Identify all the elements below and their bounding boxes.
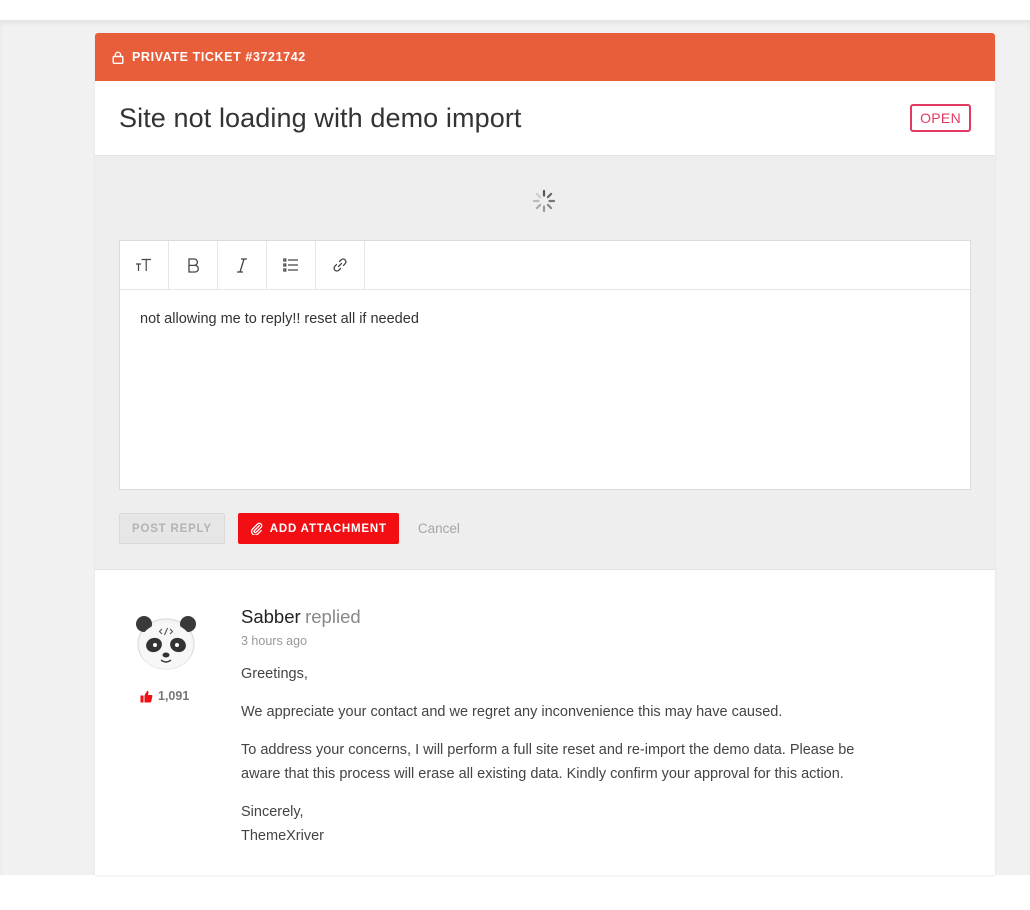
reply-textarea[interactable]: not allowing me to reply!! reset all if … [120,290,970,348]
reply-header: Sabber replied [241,606,891,628]
cancel-link[interactable]: Cancel [418,521,460,536]
reply-body: Sabber replied 3 hours ago Greetings, We… [241,606,891,848]
text-size-button[interactable] [120,241,169,289]
list-button[interactable] [267,241,316,289]
page-title: Site not loading with demo import [119,102,522,133]
loading-spinner-icon [532,189,556,213]
link-button[interactable] [316,241,365,289]
status-badge: OPEN [910,104,971,132]
reply-paragraph: Greetings, [241,666,308,682]
lock-icon [112,51,124,64]
thumbs-up-icon [140,690,153,703]
title-row: Site not loading with demo import OPEN [95,81,995,156]
reply-timestamp: 3 hours ago [241,634,308,648]
avatar [135,614,197,672]
list-icon [283,258,299,272]
ticket-header-label: PRIVATE TICKET #3721742 [132,50,306,64]
reply-item: 1,091 Sabber replied 3 hours ago Greetin… [95,570,995,875]
bold-icon [187,257,200,273]
reply-signoff: Sincerely, [241,804,304,820]
reply-paragraph: We appreciate your contact and we regret… [241,704,783,720]
add-attachment-label: ADD ATTACHMENT [269,522,387,535]
italic-button[interactable] [218,241,267,289]
italic-icon [236,257,248,273]
editor-toolbar [120,241,970,290]
link-icon [332,257,348,273]
reply-verb: replied [305,606,361,627]
post-reply-button[interactable]: POST REPLY [119,513,225,544]
reply-editor: not allowing me to reply!! reset all if … [119,240,971,490]
reply-paragraph: To address your concerns, I will perform… [241,742,855,782]
reply-author[interactable]: Sabber [241,606,301,627]
bold-button[interactable] [169,241,218,289]
likes-value: 1,091 [158,689,190,703]
reply-signature: ThemeXriver [241,828,324,844]
text-size-icon [135,258,153,272]
likes-count: 1,091 [140,689,189,703]
reply-actions: POST REPLY ADD ATTACHMENT Cancel [119,513,460,544]
reply-composer: not allowing me to reply!! reset all if … [95,156,995,570]
ticket-card: PRIVATE TICKET #3721742 Site not loading… [95,33,995,875]
paperclip-icon [250,522,263,535]
ticket-header: PRIVATE TICKET #3721742 [95,33,995,81]
add-attachment-button[interactable]: ADD ATTACHMENT [237,513,399,544]
